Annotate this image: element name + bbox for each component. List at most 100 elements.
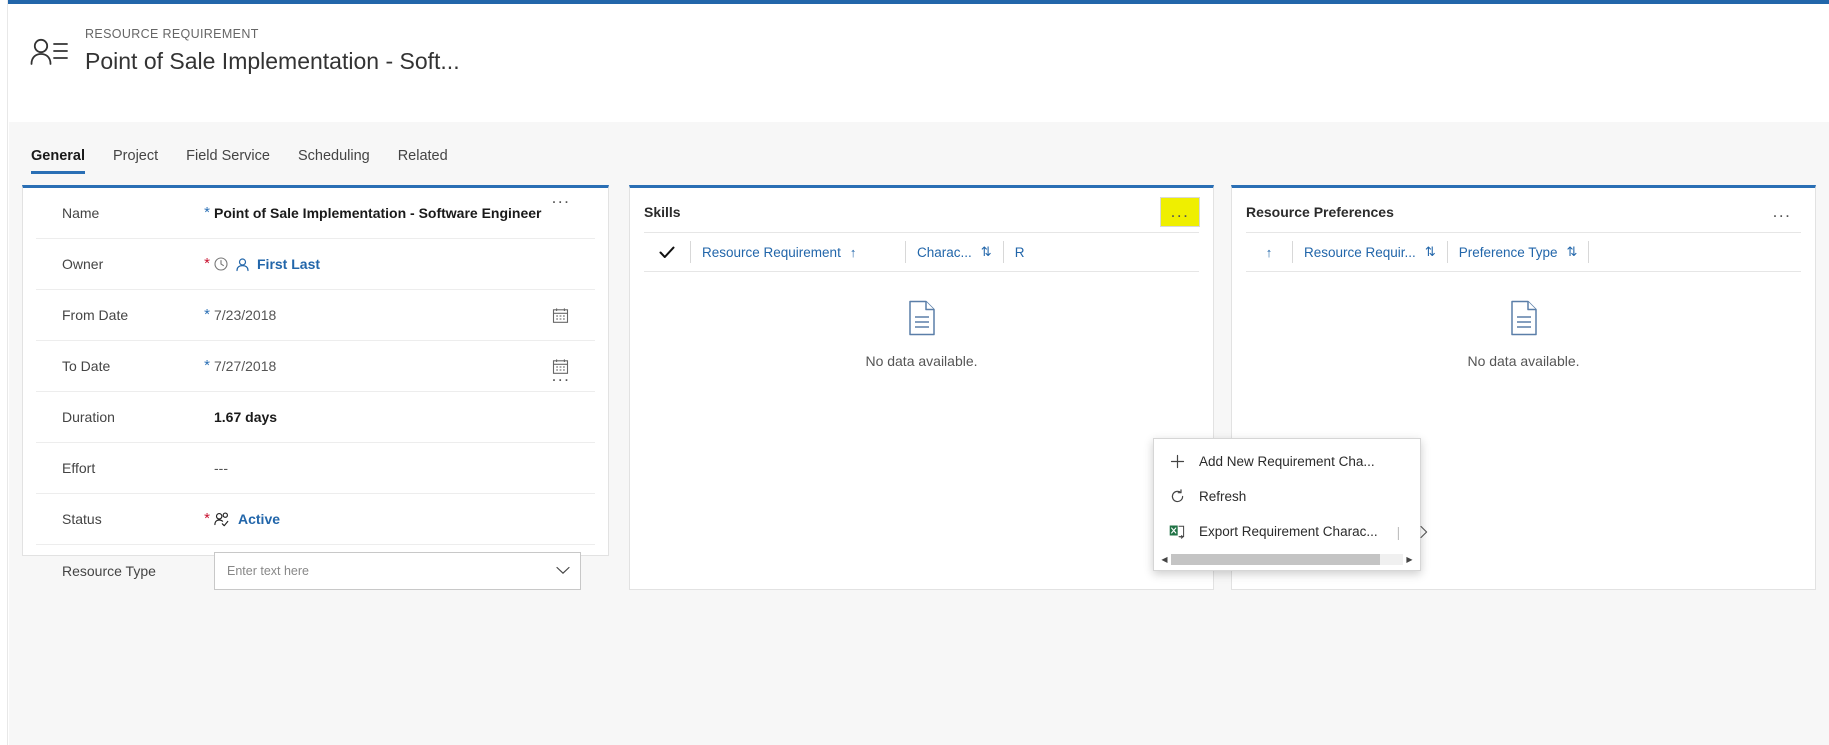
tab-strip: General Project Field Service Scheduling… <box>9 122 1829 174</box>
skills-title: Skills <box>644 204 681 220</box>
excel-export-icon <box>1168 524 1186 539</box>
preferred-org-units-more-button[interactable]: ... <box>542 362 580 390</box>
clock-icon <box>214 257 228 271</box>
resource-preferences-lead-sort[interactable]: ↑ <box>1246 245 1292 260</box>
resource-preferences-column-label-0: Resource Requir... <box>1304 244 1416 260</box>
form-canvas: Name * Point of Sale Implementation - So… <box>9 174 1829 745</box>
field-value-from-date[interactable]: 7/23/2018 <box>214 307 547 323</box>
skills-select-all-checkbox[interactable] <box>644 246 690 259</box>
tab-related[interactable]: Related <box>398 147 448 174</box>
field-value-to-date[interactable]: 7/27/2018 <box>214 358 547 374</box>
menu-item-label-1: Refresh <box>1199 489 1247 504</box>
field-label-resource-type: Resource Type <box>62 562 156 579</box>
owner-link[interactable]: First Last <box>257 256 320 272</box>
skills-column-resource-requirement[interactable]: Resource Requirement ↑ <box>690 241 905 263</box>
field-label-name: Name <box>62 205 100 221</box>
field-label-from-date: From Date <box>62 307 129 323</box>
field-row-resource-type: Resource Type Enter text here <box>36 545 595 596</box>
scrollbar-track[interactable] <box>1171 554 1403 565</box>
skills-column-label-2: R <box>1014 244 1025 260</box>
person-icon <box>235 257 250 272</box>
resource-preferences-column-header: ↑ Resource Requir... ⇅ Preference Type ⇅ <box>1246 232 1801 272</box>
resource-preferences-column-divider <box>1588 241 1590 263</box>
resource-preferences-column-label-1: Preference Type <box>1458 244 1558 260</box>
menu-item-label-2: Export Requirement Charac... <box>1199 524 1378 539</box>
skills-empty-text: No data available. <box>865 353 978 369</box>
field-row-name: Name * Point of Sale Implementation - So… <box>36 188 595 239</box>
document-icon <box>907 300 937 341</box>
resource-preferences-empty-state: No data available. <box>1232 272 1815 397</box>
field-value-duration: 1.67 days <box>214 409 278 425</box>
menu-item-refresh[interactable]: Refresh <box>1154 479 1420 514</box>
context-menu-horizontal-scrollbar[interactable]: ◀ ▶ <box>1158 553 1416 566</box>
scroll-right-arrow-icon[interactable]: ▶ <box>1403 553 1416 566</box>
field-row-owner: Owner * First Last <box>36 239 595 290</box>
tab-scheduling[interactable]: Scheduling <box>298 147 370 174</box>
menu-item-label-0: Add New Requirement Cha... <box>1199 454 1375 469</box>
sort-toggle-icon: ⇅ <box>980 244 992 259</box>
resource-preferences-empty-text: No data available. <box>1467 353 1580 369</box>
skills-column-characteristic[interactable]: Charac... ⇅ <box>905 241 1003 263</box>
field-value-status: Active <box>214 511 591 527</box>
field-value-owner: First Last <box>214 256 591 272</box>
refresh-icon <box>1168 489 1186 504</box>
field-label-duration: Duration <box>62 409 115 425</box>
left-edge-rail <box>0 0 8 745</box>
field-value-name[interactable]: Point of Sale Implementation - Software … <box>214 205 591 221</box>
field-row-from-date: From Date * 7/23/2018 <box>36 290 595 341</box>
sort-toggle-icon: ⇅ <box>1424 244 1436 259</box>
users-check-icon <box>214 512 231 527</box>
field-row-duration: Duration 1.67 days <box>36 392 595 443</box>
roles-more-button[interactable]: ... <box>542 184 580 212</box>
required-marker-status: * <box>204 510 210 527</box>
skills-column-label-1: Charac... <box>917 244 972 260</box>
required-marker-from-date: * <box>204 306 210 323</box>
field-row-to-date: To Date * 7/27/2018 <box>36 341 595 392</box>
required-marker-owner: * <box>204 255 210 272</box>
menu-item-add-new-requirement-characteristic[interactable]: Add New Requirement Cha... <box>1154 444 1420 479</box>
document-icon <box>1509 300 1539 341</box>
skills-card: Skills ... Resource Requirement ↑ Charac… <box>629 185 1214 590</box>
tab-general[interactable]: General <box>31 147 85 174</box>
record-type-label: RESOURCE REQUIREMENT <box>85 27 259 41</box>
field-label-to-date: To Date <box>62 358 111 374</box>
tab-field-service[interactable]: Field Service <box>186 147 270 174</box>
required-marker-to-date: * <box>204 357 210 374</box>
tab-project[interactable]: Project <box>113 147 158 174</box>
required-marker-name: * <box>204 204 210 221</box>
menu-item-separator: | <box>1396 523 1401 540</box>
resource-type-placeholder: Enter text here <box>227 563 309 578</box>
scroll-left-arrow-icon[interactable]: ◀ <box>1158 553 1171 566</box>
plus-icon <box>1168 454 1186 469</box>
resource-preferences-title: Resource Preferences <box>1246 204 1394 220</box>
field-label-status: Status <box>62 511 102 527</box>
field-label-owner: Owner <box>62 256 104 272</box>
chevron-right-icon[interactable] <box>1419 525 1429 539</box>
resource-requirement-icon <box>29 32 69 76</box>
resource-type-dropdown[interactable]: Enter text here <box>214 551 581 590</box>
resource-preferences-column-requirement[interactable]: Resource Requir... ⇅ <box>1292 241 1447 263</box>
page-title: Point of Sale Implementation - Soft... <box>85 48 460 74</box>
skills-column-label-0: Resource Requirement <box>702 244 841 260</box>
skills-column-header: Resource Requirement ↑ Charac... ⇅ R <box>644 232 1199 272</box>
skills-more-button[interactable]: ... <box>1161 198 1199 226</box>
field-label-effort: Effort <box>62 460 96 476</box>
calendar-icon-from-date[interactable] <box>547 302 573 328</box>
sort-toggle-icon: ⇅ <box>1566 244 1578 259</box>
skills-context-menu: Add New Requirement Cha... Refresh Expor… <box>1153 438 1428 571</box>
menu-item-export-requirement-characteristics[interactable]: Export Requirement Charac... | <box>1154 514 1428 549</box>
skills-empty-state: No data available. <box>630 272 1213 397</box>
chevron-down-icon <box>556 566 570 575</box>
field-row-effort: Effort --- <box>36 443 595 494</box>
status-link[interactable]: Active <box>238 511 280 527</box>
skills-column-rating[interactable]: R <box>1002 241 1199 263</box>
resource-preferences-column-preference-type[interactable]: Preference Type ⇅ <box>1446 241 1589 263</box>
resource-preferences-header: Resource Preferences ... <box>1232 188 1815 232</box>
sort-asc-icon: ↑ <box>849 244 857 260</box>
resource-preferences-more-button[interactable]: ... <box>1763 198 1801 226</box>
field-value-effort: --- <box>214 460 228 476</box>
record-header: RESOURCE REQUIREMENT Point of Sale Imple… <box>9 4 1829 122</box>
scrollbar-thumb[interactable] <box>1171 554 1380 565</box>
general-form-card: Name * Point of Sale Implementation - So… <box>22 185 609 590</box>
skills-header: Skills ... <box>630 188 1213 232</box>
